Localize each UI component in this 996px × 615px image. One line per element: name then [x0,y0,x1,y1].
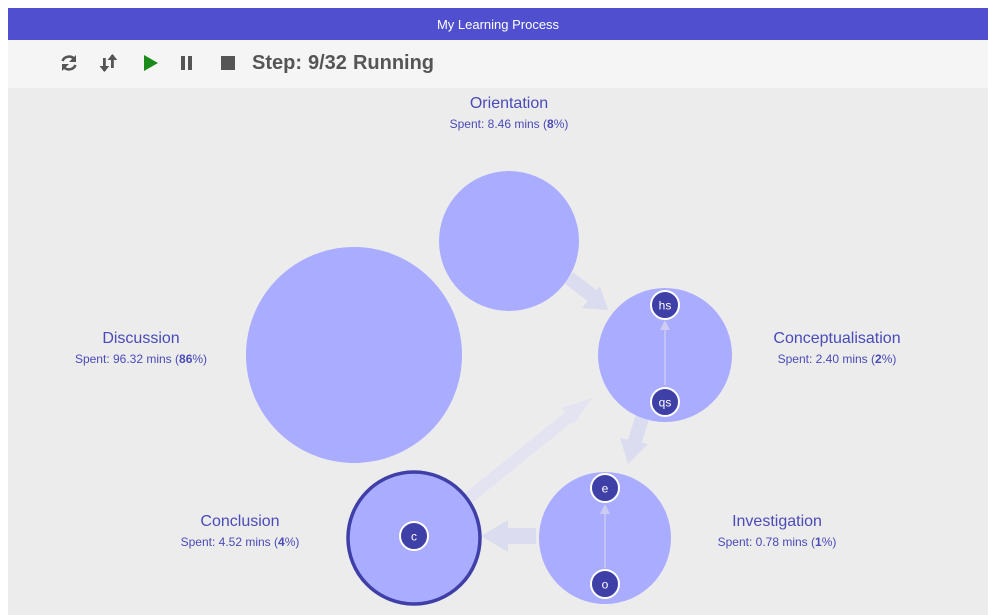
discussion-label: Discussion Spent: 96.32 mins (86%) [75,329,207,367]
toolbar [8,40,988,88]
investigation-label: Investigation Spent: 0.78 mins (1%) [718,512,837,550]
conclusion-label: Conclusion Spent: 4.52 mins (4%) [181,512,300,550]
title-bar: My Learning Process [8,8,988,40]
refresh-button[interactable] [58,52,80,74]
conceptualisation-title: Conceptualisation [773,330,901,347]
node-hs[interactable]: hs [650,290,680,320]
node-o[interactable]: o [590,569,620,599]
process-diagram: hs qs e o c Orientation Spent: 8.46 mins [8,88,988,615]
node-e[interactable]: e [590,473,620,503]
app-window: My Learning Process Step: 9/32 Running h… [8,8,988,615]
transition-conceptualisation-to-investigation [620,412,650,464]
node-e-label: e [602,482,609,496]
node-qs-label: qs [659,396,672,410]
conceptualisation-spent: Spent: 2.40 mins (2%) [777,352,897,366]
sort-button[interactable] [98,52,120,74]
orientation-label: Orientation Spent: 8.46 mins (8%) [450,94,569,132]
investigation-spent: Spent: 0.78 mins (1%) [717,535,837,549]
orientation-title: Orientation [469,95,549,112]
orientation-bubble[interactable] [439,171,579,311]
step-indicator: Step: 9/32 Running [252,52,440,75]
sort-icon [99,54,118,72]
step-label: Step: [252,52,302,74]
node-hs-label: hs [659,299,672,313]
node-qs[interactable]: qs [650,387,680,417]
run-status: Running [352,52,435,74]
transition-investigation-to-conclusion [481,520,536,552]
stop-icon [221,56,235,70]
conclusion-title: Conclusion [200,513,280,530]
orientation-spent: Spent: 8.46 mins (8%) [449,117,569,131]
conclusion-spent: Spent: 4.52 mins (4%) [180,535,300,549]
pause-button[interactable] [176,52,198,74]
play-icon [144,55,158,71]
discussion-title: Discussion [102,330,180,347]
node-c-label: c [411,530,417,544]
window-title: My Learning Process [436,16,560,32]
investigation-title: Investigation [732,513,822,530]
stop-button[interactable] [217,52,239,74]
discussion-bubble[interactable] [246,247,462,463]
pause-icon [181,56,192,70]
node-c[interactable]: c [399,521,429,551]
discussion-spent: Spent: 96.32 mins (86%) [74,352,208,366]
node-o-label: o [602,578,609,592]
play-button[interactable] [139,52,161,74]
refresh-icon [61,55,77,71]
conceptualisation-label: Conceptualisation Spent: 2.40 mins (2%) [773,329,900,367]
step-value: 9/32 [308,52,347,74]
transition-orientation-to-conceptualisation [564,272,608,310]
